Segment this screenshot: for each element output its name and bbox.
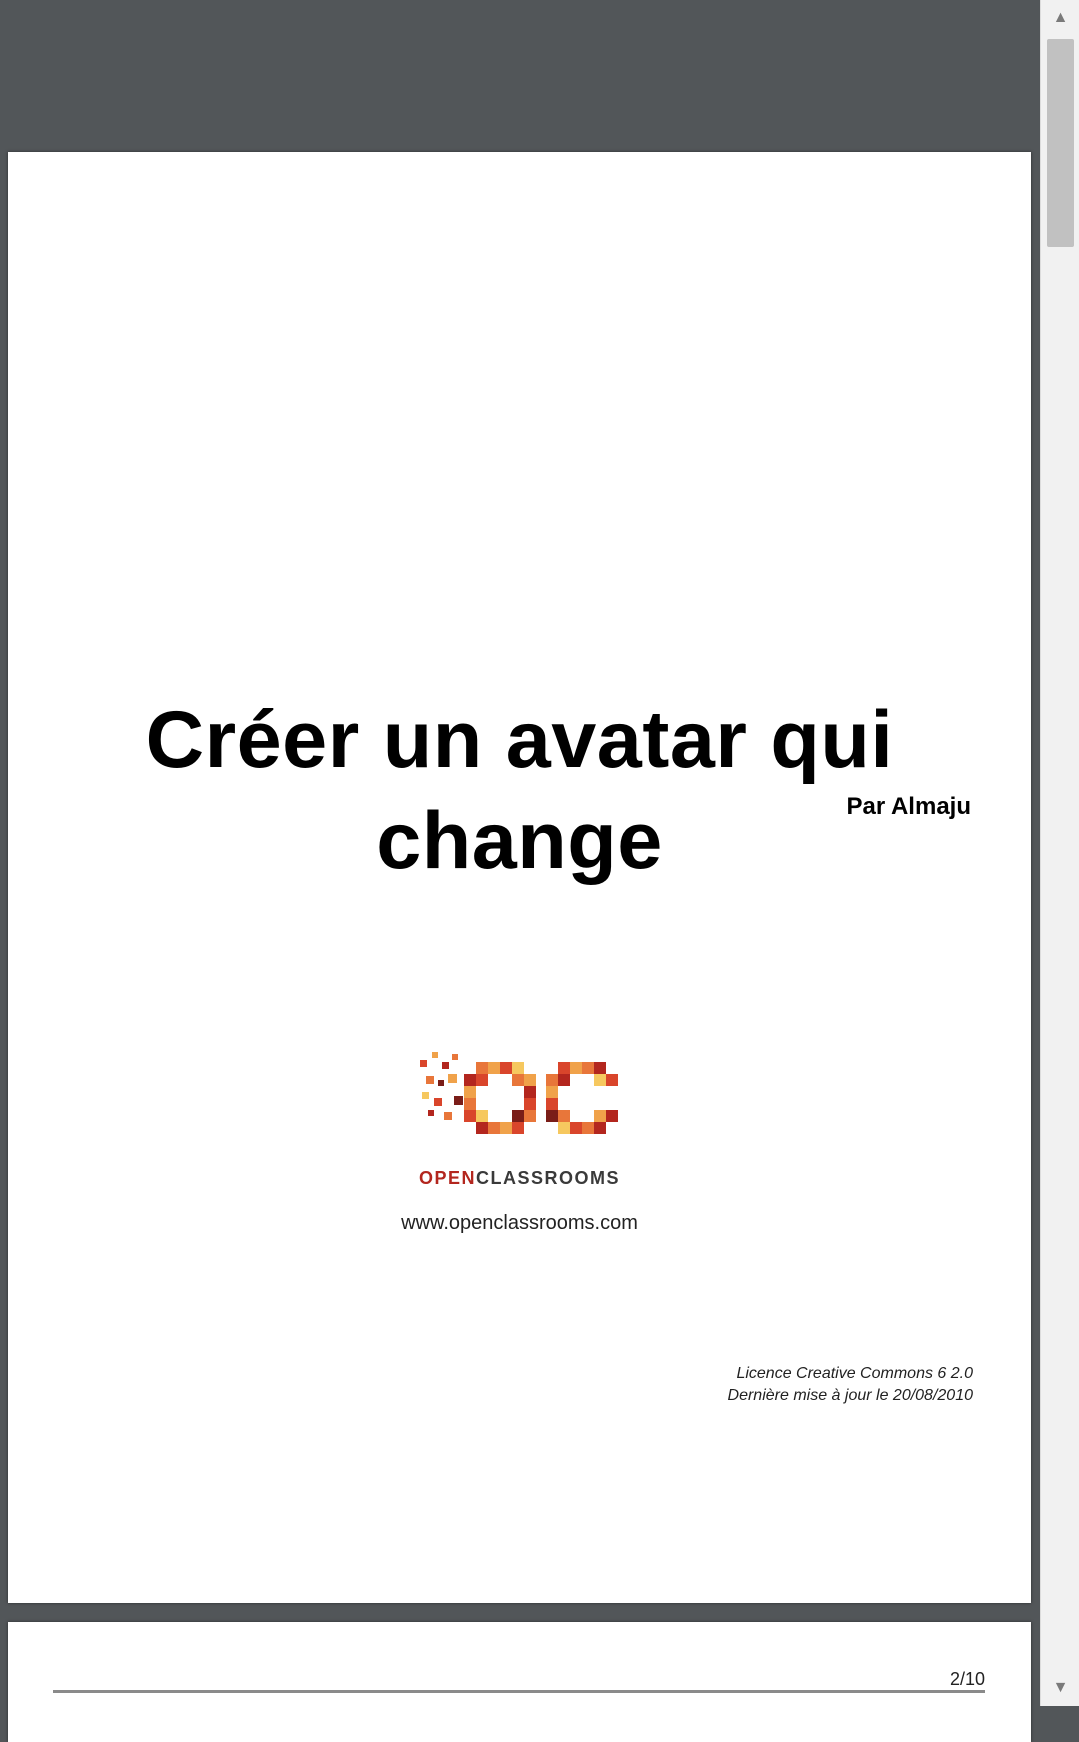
chevron-down-icon[interactable]: ▼ [1041,1670,1079,1706]
logo-wordmark: OPENCLASSROOMS [8,1168,1031,1189]
logo-word-classrooms: CLASSROOMS [476,1168,621,1188]
logo-word-open: OPEN [418,1168,476,1188]
vertical-scrollbar[interactable]: ▲ ▼ [1040,0,1079,1706]
pdf-viewer[interactable]: Créer un avatar qui change Par Almaju OP… [0,0,1040,1742]
scrollbar-thumb[interactable] [1047,39,1074,247]
pdf-page-2: 2/10 [8,1622,1031,1742]
website-url: www.openclassrooms.com [401,1212,638,1234]
last-updated-text: Dernière mise à jour le 20/08/2010 [727,1387,973,1404]
license-block: Licence Creative Commons 6 2.0 Dernière … [728,1363,973,1407]
document-author: Par Almaju [846,793,972,820]
pdf-page-1: Créer un avatar qui change Par Almaju OP… [8,152,1031,1603]
header-rule [53,1690,985,1693]
document-title: Créer un avatar qui change [145,695,894,886]
openclassrooms-logo [418,1048,633,1178]
page-number: 2/10 [949,1669,985,1689]
chevron-up-icon[interactable]: ▲ [1041,0,1079,36]
logo-mosaic-icon [420,1052,618,1134]
license-text: Licence Creative Commons 6 2.0 [736,1365,973,1382]
